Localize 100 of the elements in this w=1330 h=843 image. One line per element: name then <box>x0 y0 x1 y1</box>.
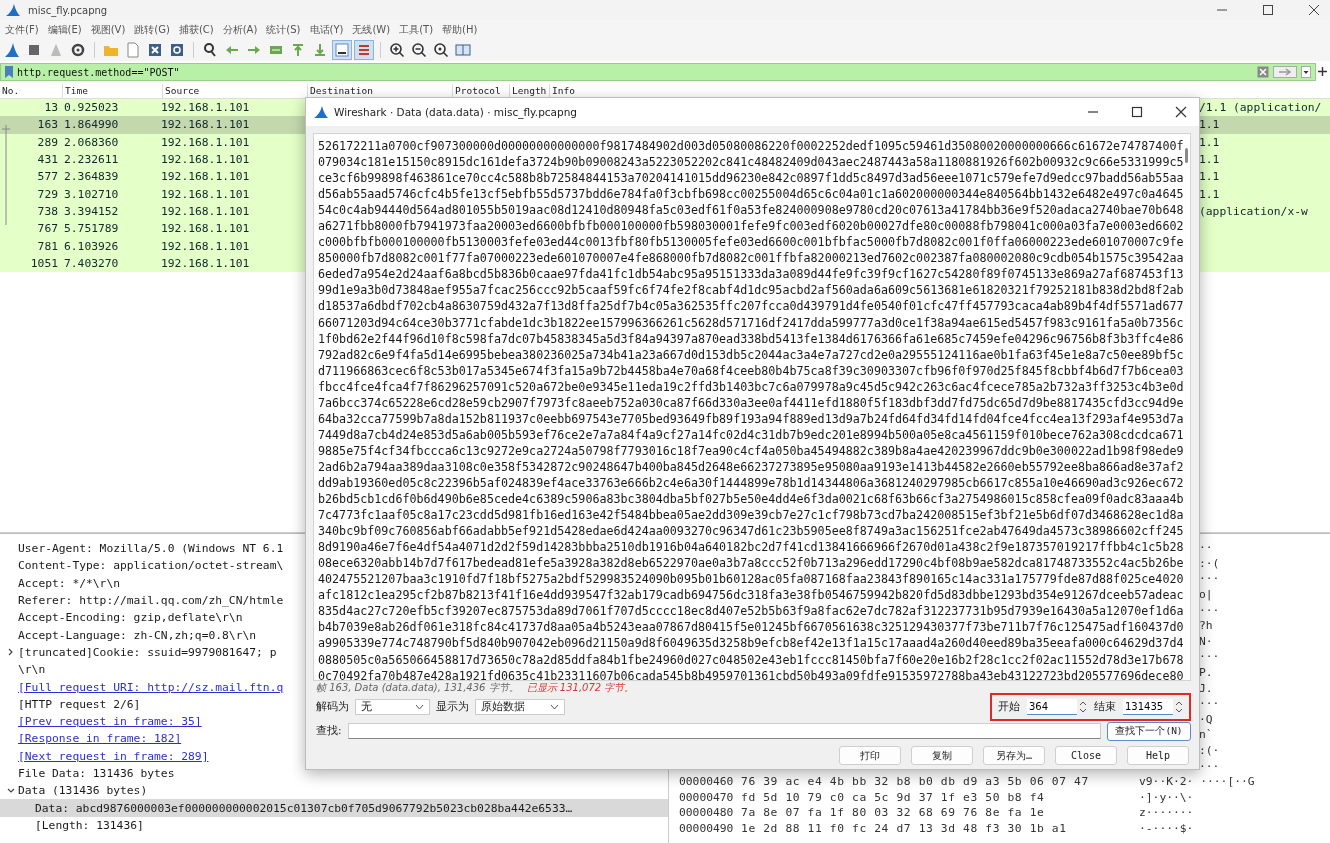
table-cell-text: 163 <box>36 118 58 132</box>
hex-data-line: a9905339e774c748790bf5d840b907042eb096d21150a9d8f6049635d3258b9efcb8ef42e13f1a15c17aaad4a260d40eed89ba35eeafa000c64629d37d4 <box>318 635 1184 652</box>
table-cell-text: 431 <box>36 153 58 167</box>
hex-data-line: 2ad6b2a794aa389daa3108c0e358f5342872c90248647b400ba845d2648e66237273895e95080aa9193e1413b44582e2660eb55792ee8ba866ad8e37af2 <box>318 458 1184 475</box>
status-text: 帧 163, Data (data.data), 131,436 字节。 <box>316 681 519 695</box>
hex-data-line: 0c70492fa70b487e428a1921fd0635c41b23311607b06cada545b8b4959701361cbd50b493a09fdfe91535972788ba43eb43122723bd205577696dece80 <box>318 667 1184 680</box>
warning-text: 已显示 131,072 字节。 <box>526 681 635 695</box>
table-cell-text: 781 <box>36 239 58 253</box>
hex-data-line: 340bc9bf09c760856abf66adabb5ef921d5428edae6d424aa0093270c96347d61c23b5905ee8f8749a3ac156251fce2ab47649da4573c38986602cff245 <box>318 523 1184 540</box>
ascii-bytes: ··· <box>1199 759 1220 773</box>
table-cell-text: 1.864990 <box>64 118 120 132</box>
ascii-bytes: P. <box>1199 666 1213 680</box>
hex-data-line: 792ad82c6e9f4fa5d14e6995bebea380236025a734b41a23a667d0d153db5c2044ac3a4e7a727cd2e0a29555124116ae0b1fa63f45e1e8a7c50ee89bf5c <box>318 346 1184 363</box>
ascii-bytes: o| <box>1199 588 1213 602</box>
table-cell-text: 192.168.1.101 <box>161 239 251 253</box>
table-cell-text: 192.168.1.101 <box>161 153 251 167</box>
hex-data-line: d56ab55aad5746cfc4b5fe13cf5ebfb55d5737bdd6e784fa0f3cbfb698cc00255004d65c6c04a01c1a602000000344e840564bb1432e6482e497c0a4645 <box>318 186 1184 203</box>
window-title: misc_fly.pcapng <box>28 4 108 16</box>
ascii-bytes: J. <box>1199 681 1213 695</box>
table-cell-text: 192.168.1.101 <box>161 101 251 115</box>
hex-data-line: afc1812c1ea295cf2b87b8213f41f16e4dd939547f32ab179cadb694756dc318fa3e38fb0546759942b820fd5d83dbbe1293bd354e91267dceeb57adeac <box>318 587 1184 604</box>
table-cell-text: 2.232611 <box>64 153 120 167</box>
hex-data-line: 9885e75f4cf34fbccca6c13c9272e9ca2724a50798f7793016c18f7ea90c4cf4a050ba45494882c389b8a4ae420239967ddc9b0e300022ad1b98f98ede9 <box>318 442 1184 459</box>
hex-data-line: 8d9190a46e7f6e4df54a4071d2d2f59d14283bbba2510db1916b04a640182bc2d7f41cd13841666966f2670d01a438c2f9e187357019217ffbb4c1c5b28 <box>318 539 1184 556</box>
hex-data-line: b26bd5cb1cd6f0b6d490b6e85cede4c6389c5906a83bc3804dba5bf027b5e50e4dd4e6f3da0021c68f63b66cf3a2754986015c858cfea09f0adc83aaa4b <box>318 491 1184 508</box>
ascii-bytes: ·· <box>1199 541 1213 555</box>
ascii-bytes: N· <box>1199 634 1213 648</box>
table-cell-text: 192.168.1.101 <box>161 135 251 149</box>
field-label: 解码为 <box>316 700 349 714</box>
table-cell-text: 729 <box>36 187 58 201</box>
ascii-bytes: :·( <box>1199 556 1220 570</box>
field-label: 查找: <box>316 724 342 738</box>
ascii-bytes: z······· <box>1139 806 1194 820</box>
hex-data-line: 1f0bd62e2f44f96d10f8c598fa7dc07b45838345a5d3f84a94397a870ead338bd5413fe1384d6176366fa61e685c7459efe04296c96756b8f3b3ffc4e86 <box>318 330 1184 347</box>
dialog-title: Wireshark · Data (data.data) · misc_fly.pcapng <box>334 106 577 118</box>
hex-data-line: 0880505c0a565066458817d73650c78a2d85ddfa84b1fbe24960d027c048502e43eb1fccc81450bfa7f60e20e16b2f28c1cc2f02ac11552d78d3e17b678 <box>318 651 1184 668</box>
hex-data-line: ce3cf6b99898f463861ce70cc4c588b8b72584844153a70204141015dd96230e842c0897f1dd5c8497d3ad56eee1071c579efe7d9edcc97badd56ab55aa <box>318 170 1184 187</box>
hex-bytes: fd 5d 10 79 c0 ca 5c 9d 37 1f e3 50 b8 f4 <box>741 790 1046 804</box>
table-cell-text: 13 <box>43 101 58 115</box>
byte-offset: 00000490 <box>679 822 735 835</box>
table-cell-text: 192.168.1.101 <box>161 187 251 201</box>
hex-data-line: 08ece6320abb14b7d7f617bedead81efe5a3928a382d8eb6522970ae0a3b7a8ccc52f0b713a296edd17290c4bf08b9ae582dca81748733552c4ac5b26be <box>318 555 1184 572</box>
ascii-bytes: ·Q <box>1199 712 1213 726</box>
ascii-bytes: n` <box>1199 728 1213 742</box>
hex-bytes: 76 39 ac e4 4b bb 32 b8 b0 db d9 a3 5b 06 07 47 <box>741 775 1090 789</box>
table-cell-text: 289 <box>36 135 58 149</box>
field-label: 开始 <box>998 700 1020 714</box>
table-cell-text: 7.403270 <box>64 256 120 270</box>
hex-data-line: d18537a6dbdf702cb4a8630759d432a7f13d8ffa25df7b4c05a362535ffc207fcca0d439791d4fe0540f01cfc47ff457793caca4ab89b4f4df5571ad677 <box>318 298 1184 315</box>
table-cell-text: 1051 <box>29 256 58 270</box>
table-cell-text: 577 <box>36 170 58 184</box>
hex-data-line: 64ba32cca77599b7a8da152b811937c0eebb697543e7705bed93649fb89f193a94f889ed13d9a7b24fd64fd34fd14fd04fce4fcc4ea13f293af4e953d7a <box>318 410 1184 427</box>
hex-data-line: 6eded7a954e2d24aaf6a8bcd5b836b0caae97fda41fc1db54abc95a95151333da3a089d44fe9fc39f9cf1627c54280f89f0745133e869a27af687453f13 <box>318 266 1184 283</box>
table-cell-text: 3.102710 <box>64 187 120 201</box>
hex-data-line: 402475521207baa3c1910fd7f18bf5275a2bdf529983524090b095b01b60128ac05fa087168faa23843f890165c14ac331a175779fde87d88f025ce4020 <box>318 571 1184 588</box>
table-cell: (application/x-w <box>1199 204 1308 218</box>
ascii-bytes: ··· <box>1199 603 1220 617</box>
ascii-bytes: ··· <box>1199 697 1220 711</box>
ascii-bytes: ?h <box>1199 619 1213 633</box>
hex-data-line: dd9ab19360ed05c8c22396b5af024839ef4ace33763e666b2c4e6a30f1444899e78b1d14344806a3681240297985cb6617c855a10e46690ad3c926ec672 <box>318 475 1184 492</box>
hex-data-line: 850000fb7d8082c001f77fa07000223ede601070007e4fe868000fb7d8082c001ffbfa82000213ed7602c002387fa080002080c9cdb054b1575c39542aa <box>318 250 1184 267</box>
table-cell-text: 192.168.1.101 <box>161 170 251 184</box>
table-cell-text: 192.168.1.101 <box>161 256 251 270</box>
ascii-bytes: :(· <box>1199 744 1220 757</box>
ascii-bytes: v9··K·2· ····[··G <box>1139 775 1255 789</box>
table-cell-text: 192.168.1.101 <box>161 204 251 218</box>
hex-data-line: 7a6bcc374c65228e6cd28e59cb2907f7973fc8aeeb752a030ca87f66d330a3ee0af4411efd1880f5f183dbf3dd7fd75dc65d7d9be8817435cfd3cc94d9e <box>318 394 1184 411</box>
table-cell-text: 738 <box>36 204 58 218</box>
hex-data-line: 99d1e9a3b0d73848aef955a7fcac256ccc92b5caaf59fc6f74fe2f8cabf4d1dc95acbd2af560ada6a609c5613681e61820321f79252181b838d2bd8f2ab <box>318 282 1184 299</box>
table-cell-text: 6.103926 <box>64 239 120 253</box>
hex-data-line: 54c0c4ab94440d564ad801055b5019aac08d12410d80948fa5c03edf61f0a53fe824000908e9780cd20c07613a41784bb36e9f520adaca2740bae70b648 <box>318 202 1184 219</box>
table-cell-text: 3.394152 <box>64 204 120 218</box>
hex-data-line: 079034c181e15150c8915dc161defa3724b90b09008243a5223052202c841c48482409d043aec2487443a58a1180881926f602b00932c9c66e5331999c5 <box>318 154 1184 171</box>
byte-offset: 00000480 <box>679 806 735 820</box>
hex-bytes: 7a 8e 07 fa 1f 80 03 32 68 69 76 8e fa 1e <box>741 806 1046 820</box>
table-cell-text: 192.168.1.101 <box>161 118 251 132</box>
ascii-bytes: ·]·y··\· <box>1139 790 1194 804</box>
table-cell-text: 192.168.1.101 <box>161 222 251 236</box>
hex-data-line: b4b7039e8ab26df061e318fc84c41737d8aa05a4b5243eaa07867d80415f5e01245bf6670561638c325129430377f73be711b7f76c125475adf160437d0 <box>318 619 1184 636</box>
table-cell-text: 5.751789 <box>64 222 120 236</box>
table-cell: /1.1 (application/ <box>1199 101 1322 115</box>
byte-offset: 00000470 <box>679 790 735 804</box>
hex-data-line: fbcc4fce4fca4f7f86296257091c520a672be0e9345e11eda19c2ffd3b1403bc7c6a079978a9c45d5c942c263c6ac4fcece785a2b732a3ff3253c4b3e0d <box>318 378 1184 395</box>
table-cell-text: 0.925023 <box>64 101 120 115</box>
hex-data-line: 66071203d94c64ce30b3771cfabde1dc3b1822ee157996366261c5628d571716df2417dda599777a3d0ce1f38a94ae615ed5457f983c9161fa5a0b7356c <box>318 314 1184 331</box>
ascii-bytes: ·-····$· <box>1139 822 1194 835</box>
table-cell: 1.1 <box>1199 118 1220 132</box>
hex-bytes: 1e 2d 88 11 f0 fc 24 d7 13 3d 48 f3 30 1b a1 <box>741 822 1068 835</box>
byte-offset: 00000460 <box>679 775 735 789</box>
table-cell-text: 2.068360 <box>64 135 120 149</box>
ascii-bytes: ··· <box>1199 650 1220 664</box>
field-label: 显示为 <box>436 700 469 714</box>
ascii-bytes: ··· <box>1199 572 1220 586</box>
hex-data-line: 526172211a0700cf907300000d00000000000000f9817484902d003d05080086220f0002252dedf1095c59461d35080020000000666c61672e74787400f <box>318 138 1184 155</box>
hex-data-line: a6271fbb8000fb7941973faa20003ed6600bfbfb000100000fb598030001fefe9fc003edf6020b00027dfe80c00088fb798041c000a03fa7e0003ed6602 <box>318 218 1184 235</box>
hex-data-line: 835d4ac27c720efb5cf39207ec875753da89d7061f707d5cccc18ec8d407e52b5b63f9a8fac62e7dc782af312237731b95d7939e16430a5a12070ef1d6a <box>318 603 1184 620</box>
field-label: 结束 <box>1094 700 1116 714</box>
table-cell: 1.1 <box>1199 187 1220 201</box>
table-cell-text: 2.364839 <box>64 170 120 184</box>
table-cell-text: 767 <box>36 222 58 236</box>
